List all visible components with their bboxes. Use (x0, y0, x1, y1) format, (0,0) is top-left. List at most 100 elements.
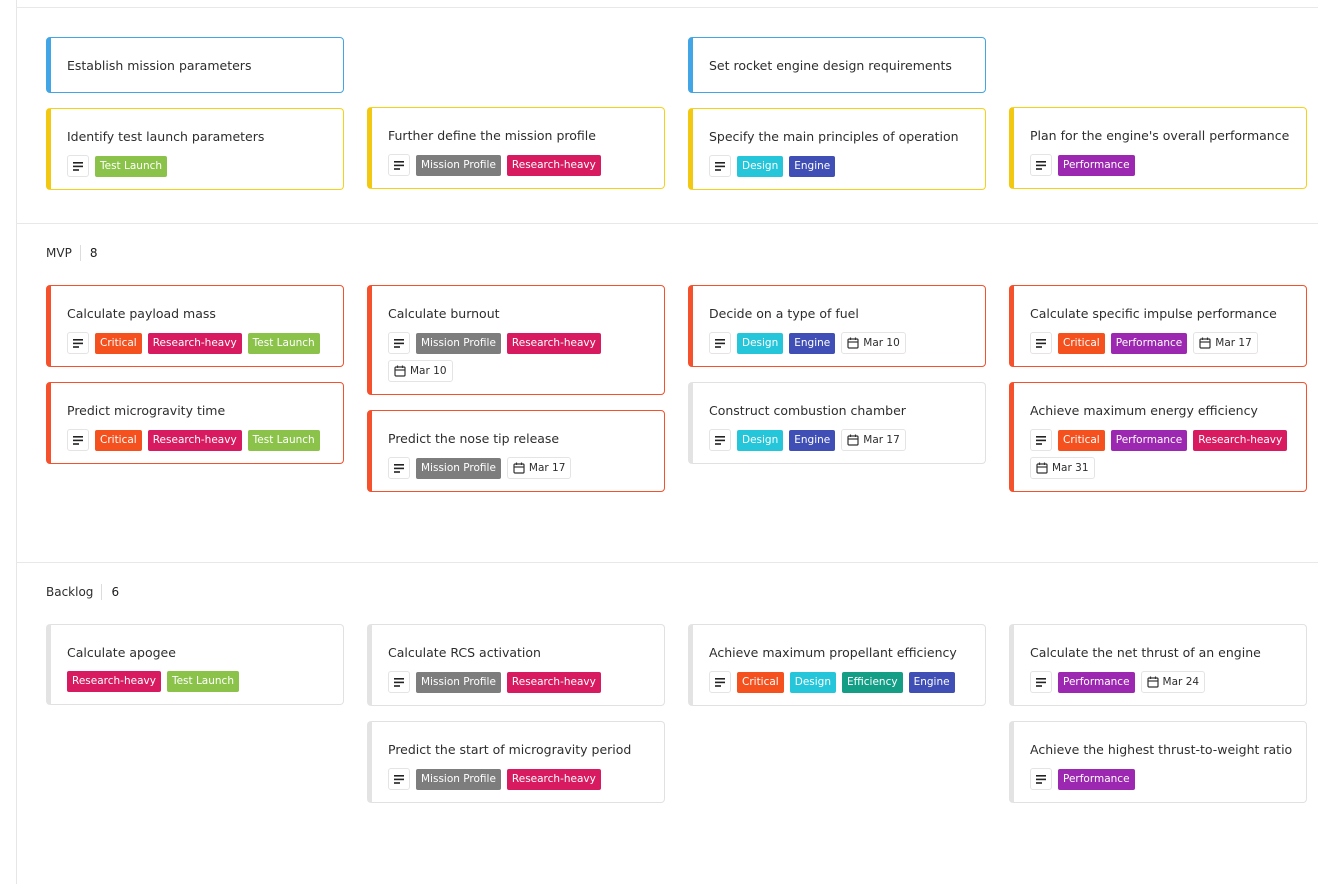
lane1-col2: Decide on a type of fuel Design Engine Mar … (688, 285, 986, 479)
task-card[interactable]: Calculate the net thrust of an engine Per… (1009, 624, 1307, 706)
tag-label[interactable]: Research-heavy (506, 154, 601, 176)
tag-label[interactable]: Engine (908, 671, 955, 693)
calendar-icon (513, 462, 525, 474)
tag-label[interactable]: Test Launch (247, 429, 320, 451)
tag-label[interactable]: Research-heavy (506, 768, 601, 790)
tag-label[interactable]: Design (737, 332, 784, 354)
card-title: Further define the mission profile (388, 128, 596, 143)
tag-label[interactable]: Test Launch (247, 332, 320, 354)
task-card[interactable]: Predict the start of microgravity period… (367, 721, 665, 803)
tag-label[interactable]: Critical (95, 332, 142, 354)
card-meta: Mission Profile Mar 17 (388, 457, 648, 479)
tag-label[interactable]: Research-heavy (147, 332, 242, 354)
tag-label[interactable]: Performance (1058, 154, 1135, 176)
tag-label[interactable]: Mission Profile (416, 332, 501, 354)
tag-label[interactable]: Mission Profile (416, 457, 501, 479)
description-icon (1030, 429, 1052, 451)
card-title: Predict microgravity time (67, 403, 226, 418)
description-icon (1030, 154, 1052, 176)
tag-label[interactable]: Design (737, 429, 784, 451)
task-card[interactable]: Set rocket engine design requirements (688, 37, 986, 93)
lane-header-backlog[interactable]: Backlog 6 (46, 584, 119, 600)
tag-label[interactable]: Critical (95, 429, 142, 451)
tag-label[interactable]: Critical (737, 671, 784, 693)
task-card[interactable]: Calculate burnout Mission Profile Research… (367, 285, 665, 395)
due-date: Mar 10 (841, 332, 906, 354)
calendar-icon (1036, 462, 1048, 474)
card-title: Predict the start of microgravity period (388, 742, 632, 757)
lane-divider (16, 7, 1318, 8)
task-card[interactable]: Achieve maximum energy efficiency Critica… (1009, 382, 1307, 492)
card-title: Calculate RCS activation (388, 645, 541, 660)
calendar-icon (847, 337, 859, 349)
card-title: Establish mission parameters (67, 58, 252, 73)
tag-label[interactable]: Test Launch (166, 671, 239, 692)
calendar-icon (394, 365, 406, 377)
lane-divider (16, 562, 1318, 563)
tag-label[interactable]: Test Launch (95, 155, 168, 177)
lane-header-mvp[interactable]: MVP 8 (46, 245, 97, 261)
tag-label[interactable]: Research-heavy (506, 332, 601, 354)
lane0-col1: Further define the mission profile Missio… (367, 107, 665, 204)
tag-label[interactable]: Research-heavy (1193, 429, 1288, 451)
tag-label[interactable]: Engine (789, 155, 836, 177)
lane2-col0: Calculate apogee Research-heavy Test Launc… (46, 624, 344, 720)
task-card[interactable]: Identify test launch parameters Test Laun… (46, 108, 344, 190)
description-icon (1030, 768, 1052, 790)
card-meta: Performance Mar 24 (1030, 671, 1290, 693)
tag-label[interactable]: Research-heavy (147, 429, 242, 451)
tag-label[interactable]: Design (737, 155, 784, 177)
card-title: Calculate payload mass (67, 306, 216, 321)
card-meta: Mission Profile Research-heavy (388, 768, 648, 790)
tag-label[interactable]: Engine (789, 429, 836, 451)
lane-name: Backlog (46, 585, 94, 599)
due-date-text: Mar 10 (410, 365, 447, 377)
tag-label[interactable]: Mission Profile (416, 768, 501, 790)
task-card[interactable]: Specify the main principles of operation… (688, 108, 986, 190)
tag-label[interactable]: Performance (1110, 429, 1188, 451)
task-card[interactable]: Calculate specific impulse performance Cr… (1009, 285, 1307, 367)
card-meta: Critical Design Efficiency Engine (709, 671, 969, 693)
card-title: Achieve the highest thrust-to-weight rat… (1030, 742, 1293, 757)
card-meta: Research-heavy Test Launch (67, 671, 327, 692)
task-card[interactable]: Achieve maximum propellant efficiency Cri… (688, 624, 986, 706)
task-card[interactable]: Calculate apogee Research-heavy Test Launc… (46, 624, 344, 705)
card-title: Plan for the engine's overall performanc… (1030, 128, 1290, 143)
task-card[interactable]: Achieve the highest thrust-to-weight rat… (1009, 721, 1307, 803)
tag-label[interactable]: Performance (1110, 332, 1188, 354)
card-title: Identify test launch parameters (67, 129, 265, 144)
task-card[interactable]: Calculate payload mass Critical Research-h… (46, 285, 344, 367)
due-date: Mar 31 (1030, 457, 1095, 479)
lane0-col3: Plan for the engine's overall performanc… (1009, 107, 1307, 204)
tag-label[interactable]: Mission Profile (416, 154, 501, 176)
lane2-col3: Calculate the net thrust of an engine Per… (1009, 624, 1307, 818)
task-card[interactable]: Plan for the engine's overall performanc… (1009, 107, 1307, 189)
tag-label[interactable]: Research-heavy (67, 671, 161, 692)
tag-label[interactable]: Performance (1058, 671, 1135, 693)
tag-label[interactable]: Design (789, 671, 836, 693)
tag-label[interactable]: Performance (1058, 768, 1135, 790)
tag-label[interactable]: Efficiency (842, 671, 903, 693)
task-card[interactable]: Decide on a type of fuel Design Engine Mar … (688, 285, 986, 367)
task-card[interactable]: Calculate RCS activation Mission Profile R… (367, 624, 665, 706)
tag-label[interactable]: Critical (1058, 429, 1105, 451)
description-icon (1030, 671, 1052, 693)
lane0-col0: Establish mission parameters Identify tes… (46, 37, 344, 205)
task-card[interactable]: Further define the mission profile Missio… (367, 107, 665, 189)
description-icon (388, 671, 410, 693)
lane0-col2: Set rocket engine design requirements Spe… (688, 37, 986, 205)
task-card[interactable]: Predict the nose tip release Mission Prof… (367, 410, 665, 492)
tag-label[interactable]: Critical (1058, 332, 1105, 354)
task-card[interactable]: Establish mission parameters (46, 37, 344, 93)
card-meta: Mission Profile Research-heavy (388, 671, 648, 693)
task-card[interactable]: Construct combustion chamber Design Engine… (688, 382, 986, 464)
lane1-col3: Calculate specific impulse performance Cr… (1009, 285, 1307, 507)
tag-label[interactable]: Mission Profile (416, 671, 501, 693)
description-icon (1030, 332, 1052, 354)
card-title: Predict the nose tip release (388, 431, 560, 446)
description-icon (388, 457, 410, 479)
tag-label[interactable]: Engine (789, 332, 836, 354)
description-icon (709, 155, 731, 177)
tag-label[interactable]: Research-heavy (506, 671, 601, 693)
task-card[interactable]: Predict microgravity time Critical Researc… (46, 382, 344, 464)
